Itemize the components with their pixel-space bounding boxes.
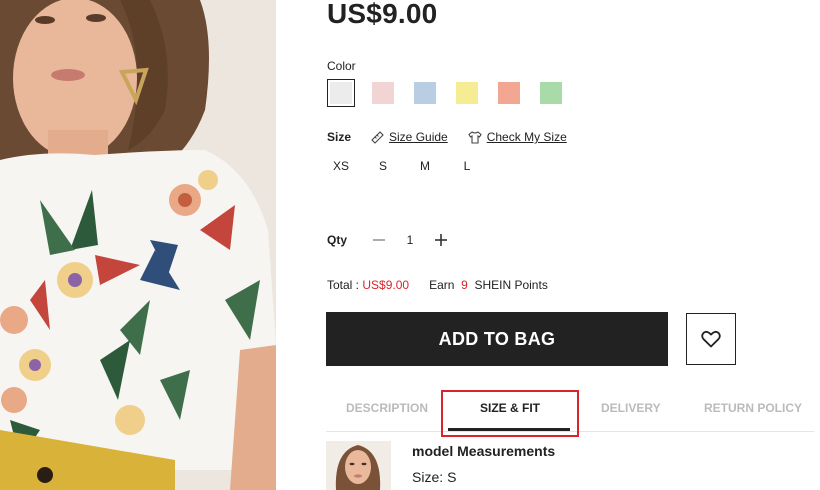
size-row: Size Size Guide Check My Size [327, 130, 587, 144]
color-swatch-green[interactable] [537, 79, 565, 107]
quantity-stepper: Qty 1 [327, 228, 449, 252]
wishlist-button[interactable] [686, 313, 736, 365]
color-swatch-blue[interactable] [411, 79, 439, 107]
color-swatch-yellow[interactable] [453, 79, 481, 107]
check-my-size-text: Check My Size [486, 130, 567, 144]
size-option-s[interactable]: S [369, 155, 397, 177]
model-size: Size: S [412, 469, 456, 485]
size-guide-text: Size Guide [389, 130, 448, 144]
product-price: US$9.00 [327, 0, 438, 29]
total-amount: US$9.00 [362, 278, 410, 292]
model-size-value: S [447, 469, 457, 485]
minus-icon[interactable] [371, 228, 387, 252]
size-option-l[interactable]: L [453, 155, 481, 177]
quantity-value[interactable]: 1 [387, 233, 433, 247]
size-option-m[interactable]: M [411, 155, 439, 177]
color-label: Color [327, 59, 356, 73]
tab-return-policy[interactable]: RETURN POLICY [704, 392, 802, 424]
active-tab-indicator [448, 428, 570, 431]
model-thumbnail [326, 441, 391, 490]
tab-delivery[interactable]: DELIVERY [601, 392, 661, 424]
product-photo [0, 0, 276, 490]
model-measurements-title: model Measurements [412, 443, 556, 459]
tab-description[interactable]: DESCRIPTION [346, 392, 428, 424]
detail-tabs: DESCRIPTION SIZE & FIT DELIVERY RETURN P… [326, 392, 814, 432]
qty-label: Qty [327, 233, 348, 247]
add-to-bag-button[interactable]: ADD TO BAG [326, 312, 668, 366]
color-swatch-white[interactable] [327, 79, 355, 107]
total-label: Total : [327, 278, 360, 292]
points-label: SHEIN Points [474, 278, 548, 292]
earn-label: Earn [429, 278, 455, 292]
heart-icon [701, 330, 721, 348]
color-swatch-pink[interactable] [369, 79, 397, 107]
size-label: Size [327, 130, 352, 144]
total-row: Total : US$9.00 Earn 9 SHEIN Points [327, 278, 548, 292]
tshirt-icon [468, 130, 482, 144]
plus-icon[interactable] [433, 228, 449, 252]
ruler-icon [371, 130, 384, 144]
size-guide-link[interactable]: Size Guide [371, 130, 448, 144]
model-size-label: Size: [412, 469, 444, 485]
tab-size-fit[interactable]: SIZE & FIT [480, 392, 540, 424]
check-my-size-link[interactable]: Check My Size [468, 130, 567, 144]
points-count: 9 [461, 278, 468, 292]
size-option-xs[interactable]: XS [327, 155, 355, 177]
color-swatch-coral[interactable] [495, 79, 523, 107]
size-options: XS S M L [327, 155, 495, 177]
color-swatches [327, 79, 579, 107]
